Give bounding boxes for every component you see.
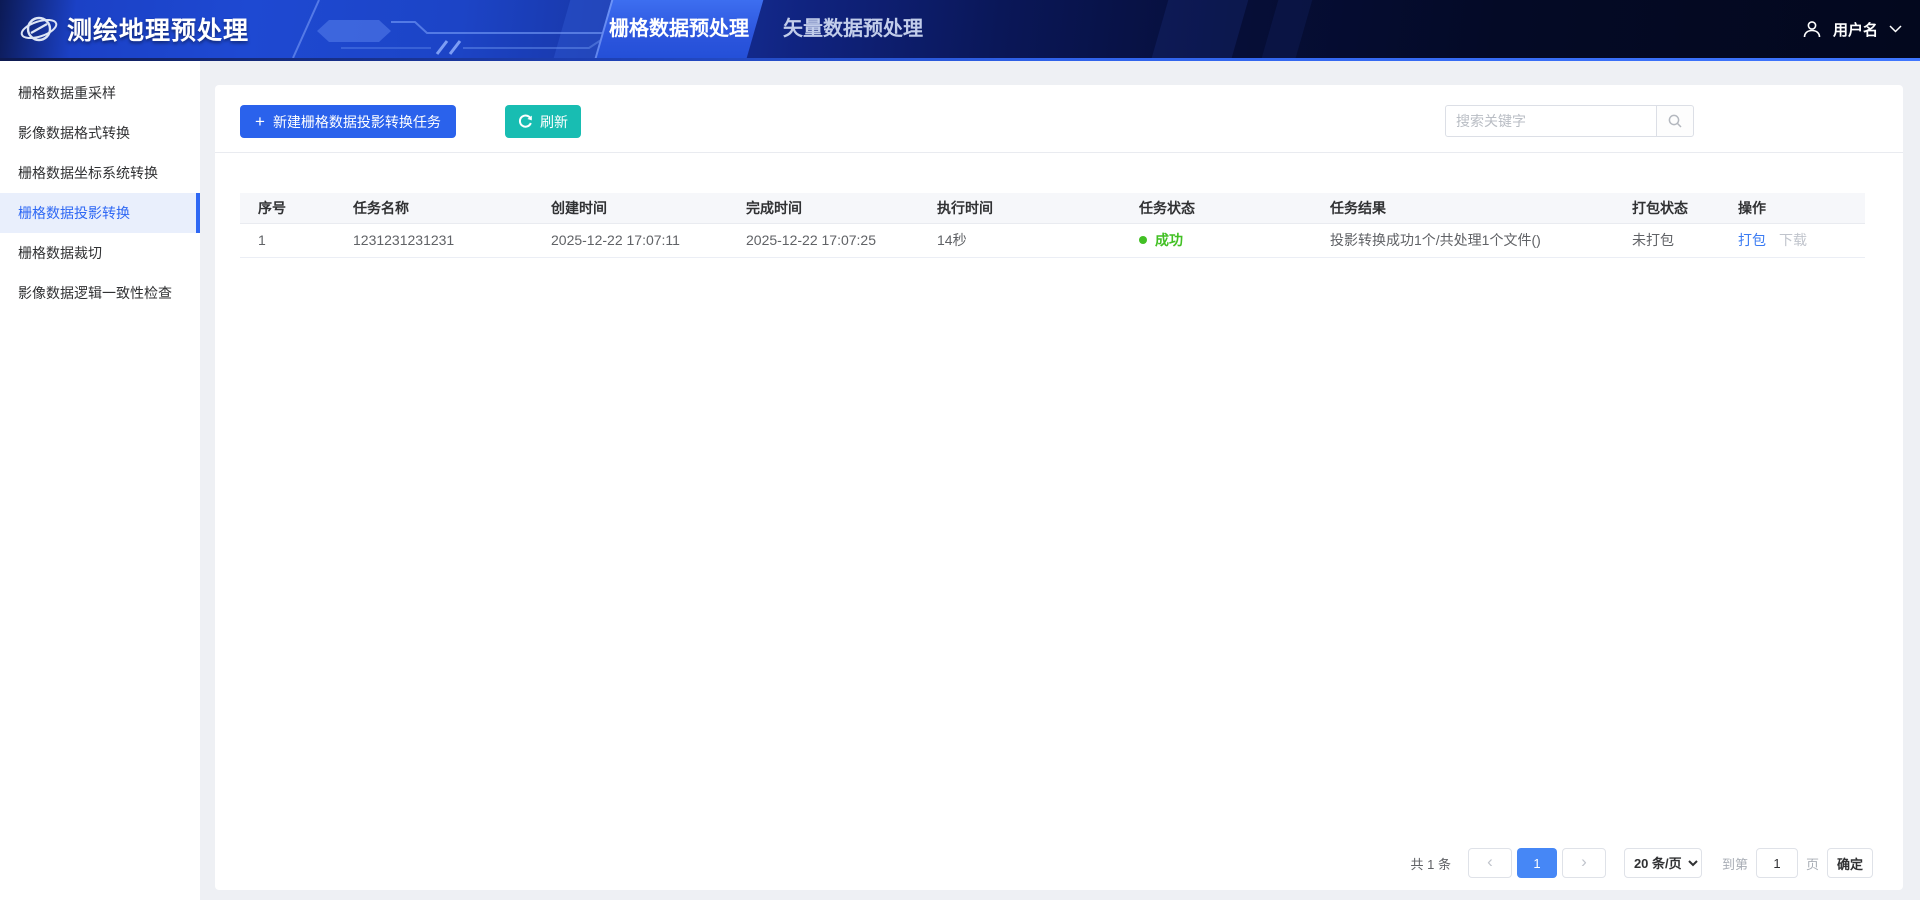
- refresh-button-label: 刷新: [540, 112, 568, 132]
- package-action-link[interactable]: 打包: [1738, 232, 1766, 248]
- search-input[interactable]: [1445, 105, 1657, 137]
- refresh-icon: [518, 114, 533, 129]
- cell-task-name: 1231231231231: [335, 223, 533, 257]
- user-menu[interactable]: 用户名: [1802, 0, 1902, 58]
- table-row: 1 1231231231231 2025-12-22 17:07:11 2025…: [240, 223, 1865, 257]
- sidebar-item-raster-clip[interactable]: 栅格数据裁切: [0, 233, 200, 273]
- header-accent-line: [0, 58, 1920, 61]
- page-number-button[interactable]: 1: [1517, 848, 1557, 878]
- column-header-actions: 操作: [1720, 193, 1865, 223]
- cell-index: 1: [240, 223, 335, 257]
- user-name: 用户名: [1833, 19, 1878, 40]
- cell-status: 成功: [1121, 223, 1312, 257]
- tab-vector-preprocessing[interactable]: 矢量数据预处理: [778, 0, 928, 58]
- sidebar-item-raster-resample[interactable]: 栅格数据重采样: [0, 73, 200, 113]
- confirm-button[interactable]: 确定: [1827, 848, 1873, 878]
- chevron-down-icon: [1889, 25, 1902, 33]
- cell-finished-time: 2025-12-22 17:07:25: [728, 223, 919, 257]
- column-header-duration: 执行时间: [919, 193, 1121, 223]
- download-action-link[interactable]: 下载: [1779, 232, 1807, 248]
- new-task-button-label: 新建栅格数据投影转换任务: [273, 112, 441, 132]
- cell-created-time: 2025-12-22 17:07:11: [533, 223, 728, 257]
- search-button[interactable]: [1656, 105, 1694, 137]
- plus-icon: +: [255, 113, 265, 130]
- user-icon: [1802, 19, 1822, 39]
- goto-page-suffix: 页: [1806, 854, 1819, 873]
- cell-result: 投影转换成功1个/共处理1个文件(): [1312, 223, 1614, 257]
- goto-page-input[interactable]: [1756, 848, 1798, 878]
- column-header-package-status: 打包状态: [1614, 193, 1720, 223]
- table-header-row: 序号 任务名称 创建时间 完成时间 执行时间 任务状态 任务结果 打包状态 操作: [240, 193, 1865, 223]
- toolbar: + 新建栅格数据投影转换任务 刷新: [215, 85, 1903, 153]
- circuit-lines-decoration: [285, 0, 615, 58]
- status-label: 成功: [1155, 232, 1183, 248]
- goto-page-prefix: 到第: [1722, 854, 1748, 873]
- status-dot-icon: [1139, 236, 1147, 244]
- pagination-total: 共 1 条: [1410, 854, 1450, 873]
- app-logo-icon: [20, 10, 58, 48]
- column-header-finished-time: 完成时间: [728, 193, 919, 223]
- header-decor-band: [1262, 0, 1313, 58]
- cell-actions: 打包下载: [1720, 223, 1865, 257]
- cell-duration: 14秒: [919, 223, 1121, 257]
- content-card: + 新建栅格数据投影转换任务 刷新 序: [215, 85, 1903, 890]
- pagination: 共 1 条 ‹ 1 › 20 条/页 到第 页 确定: [1410, 848, 1873, 878]
- task-table: 序号 任务名称 创建时间 完成时间 执行时间 任务状态 任务结果 打包状态 操作…: [240, 193, 1865, 258]
- column-header-index: 序号: [240, 193, 335, 223]
- brand: 测绘地理预处理: [20, 0, 249, 58]
- sidebar-item-logic-consistency-check[interactable]: 影像数据逻辑一致性检查: [0, 273, 200, 313]
- chevron-left-icon: ‹: [1487, 852, 1493, 872]
- search-icon: [1667, 113, 1683, 129]
- header-decor-band: [1152, 0, 1249, 58]
- sidebar: 栅格数据重采样 影像数据格式转换 栅格数据坐标系统转换 栅格数据投影转换 栅格数…: [0, 61, 200, 900]
- app-header: 测绘地理预处理 栅格数据预处理 矢量数据预处理 用户名: [0, 0, 1920, 58]
- column-header-task-name: 任务名称: [335, 193, 533, 223]
- column-header-result: 任务结果: [1312, 193, 1614, 223]
- next-page-button[interactable]: ›: [1562, 848, 1606, 878]
- search-group: [1445, 105, 1694, 137]
- cell-package-status: 未打包: [1614, 223, 1720, 257]
- sidebar-item-projection-convert[interactable]: 栅格数据投影转换: [0, 193, 200, 233]
- refresh-button[interactable]: 刷新: [505, 105, 581, 138]
- prev-page-button[interactable]: ‹: [1468, 848, 1512, 878]
- column-header-created-time: 创建时间: [533, 193, 728, 223]
- new-task-button[interactable]: + 新建栅格数据投影转换任务: [240, 105, 456, 138]
- app-title: 测绘地理预处理: [67, 11, 249, 47]
- sidebar-item-image-format-convert[interactable]: 影像数据格式转换: [0, 113, 200, 153]
- chevron-right-icon: ›: [1581, 852, 1587, 872]
- page-size-select[interactable]: 20 条/页: [1624, 848, 1702, 878]
- sidebar-item-coordinate-system-convert[interactable]: 栅格数据坐标系统转换: [0, 153, 200, 193]
- tab-raster-preprocessing[interactable]: 栅格数据预处理: [603, 0, 755, 58]
- column-header-status: 任务状态: [1121, 193, 1312, 223]
